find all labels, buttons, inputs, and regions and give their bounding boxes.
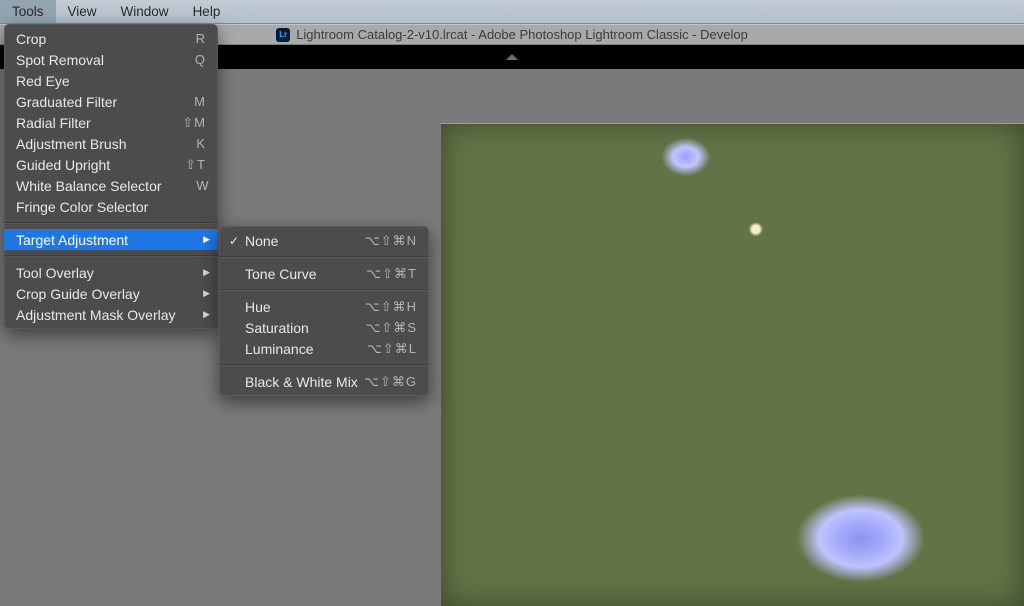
menu-item-graduated-filter[interactable]: Graduated FilterM <box>4 91 218 112</box>
menu-tools[interactable]: Tools <box>0 0 56 23</box>
menu-separator <box>4 255 218 257</box>
menu-item-adjustment-brush[interactable]: Adjustment BrushK <box>4 133 218 154</box>
submenu-item-none[interactable]: ✓ None ⌥⇧⌘N <box>219 230 429 251</box>
tools-dropdown: CropR Spot RemovalQ Red Eye Graduated Fi… <box>4 24 218 329</box>
menu-item-mask-overlay[interactable]: Adjustment Mask Overlay▶ <box>4 304 218 325</box>
menu-item-radial-filter[interactable]: Radial Filter⇧M <box>4 112 218 133</box>
menu-separator <box>219 364 429 366</box>
menubar: Tools View Window Help <box>0 0 1024 24</box>
menu-item-fringe-color[interactable]: Fringe Color Selector <box>4 196 218 217</box>
menu-item-spot-removal[interactable]: Spot RemovalQ <box>4 49 218 70</box>
menu-help[interactable]: Help <box>181 0 233 23</box>
submenu-item-saturation[interactable]: Saturation⌥⇧⌘S <box>219 317 429 338</box>
menu-item-crop[interactable]: CropR <box>4 28 218 49</box>
menu-window[interactable]: Window <box>109 0 181 23</box>
target-adjustment-submenu: ✓ None ⌥⇧⌘N Tone Curve⌥⇧⌘T Hue⌥⇧⌘H Satur… <box>219 226 429 396</box>
submenu-item-luminance[interactable]: Luminance⌥⇧⌘L <box>219 338 429 359</box>
menu-separator <box>219 256 429 258</box>
submenu-item-tone-curve[interactable]: Tone Curve⌥⇧⌘T <box>219 263 429 284</box>
menu-item-guided-upright[interactable]: Guided Upright⇧T <box>4 154 218 175</box>
chevron-right-icon: ▶ <box>203 234 210 245</box>
menu-item-target-adjustment[interactable]: Target Adjustment ▶ <box>4 229 218 250</box>
menu-separator <box>219 289 429 291</box>
check-icon: ✓ <box>229 234 239 248</box>
chevron-right-icon: ▶ <box>203 309 210 320</box>
photo-preview <box>441 123 1024 606</box>
menu-separator <box>4 222 218 224</box>
window-title: Lightroom Catalog-2-v10.lrcat - Adobe Ph… <box>296 27 748 42</box>
triangle-up-icon <box>506 54 518 60</box>
submenu-item-hue[interactable]: Hue⌥⇧⌘H <box>219 296 429 317</box>
menu-item-crop-guide-overlay[interactable]: Crop Guide Overlay▶ <box>4 283 218 304</box>
lightroom-app-icon: Lr <box>276 28 290 42</box>
menu-item-tool-overlay[interactable]: Tool Overlay▶ <box>4 262 218 283</box>
menu-item-white-balance[interactable]: White Balance SelectorW <box>4 175 218 196</box>
chevron-right-icon: ▶ <box>203 267 210 278</box>
chevron-right-icon: ▶ <box>203 288 210 299</box>
submenu-item-bw-mix[interactable]: Black & White Mix⌥⇧⌘G <box>219 371 429 392</box>
menu-view[interactable]: View <box>56 0 109 23</box>
menu-item-red-eye[interactable]: Red Eye <box>4 70 218 91</box>
